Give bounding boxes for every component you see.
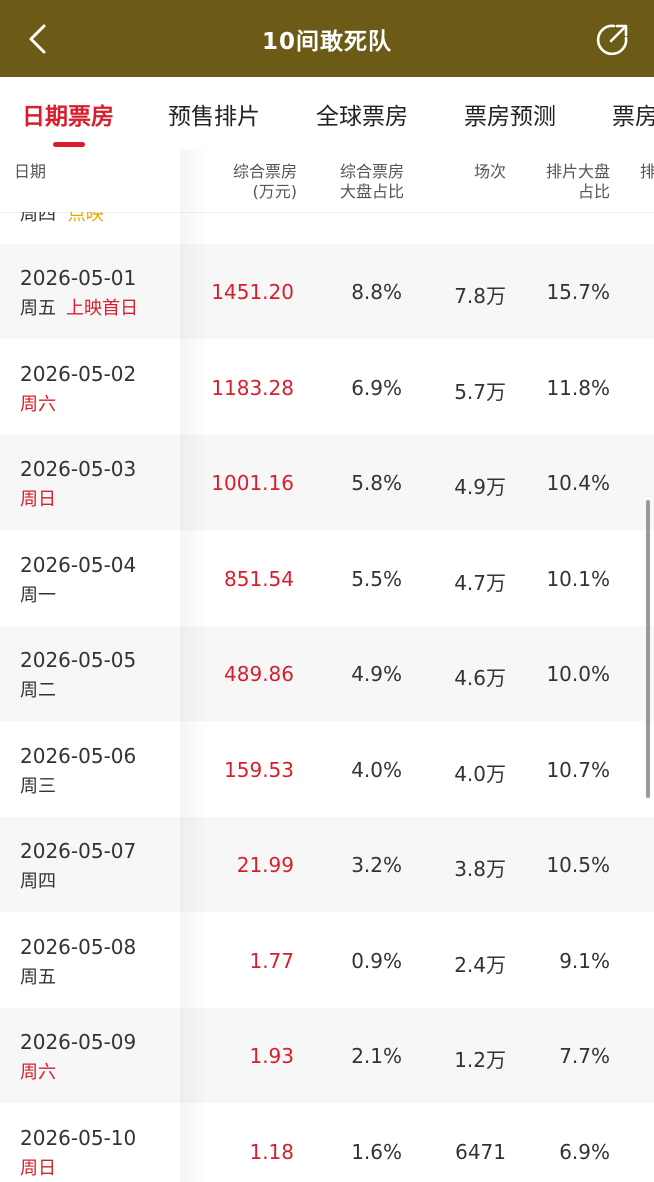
table-row[interactable]: 2026-05-03 周日 1001.16 5.8% 4.9万 10.4% bbox=[0, 435, 654, 530]
share-icon[interactable] bbox=[594, 22, 630, 58]
col-header-extra[interactable]: 排 bbox=[640, 162, 654, 182]
row-schedule-share: 15.7% bbox=[546, 280, 610, 304]
row-weekday: 周日 bbox=[20, 1157, 56, 1179]
row-share: 3.2% bbox=[351, 853, 402, 877]
row-shows: 5.7万 bbox=[454, 379, 506, 404]
tab-daily-box-office[interactable]: 日期票房 bbox=[22, 97, 114, 131]
row-shows: 1.2万 bbox=[454, 1048, 506, 1072]
row-share: 5.8% bbox=[351, 471, 402, 495]
row-schedule-share: 10.4% bbox=[546, 471, 610, 495]
row-share: 1.6% bbox=[351, 1139, 402, 1164]
table-row[interactable]: 2026-05-09 周六 1.93 2.1% 1.2万 7.7% bbox=[0, 1008, 654, 1103]
row-weekday: 周二 bbox=[20, 680, 56, 701]
col-header-shows[interactable]: 场次 bbox=[440, 162, 506, 182]
partial-row-label: 周四 点映 bbox=[20, 212, 104, 225]
row-schedule-share: 9.1% bbox=[559, 948, 610, 973]
tab-global-box-office[interactable]: 全球票房 bbox=[316, 97, 408, 131]
row-date: 2026-05-08 bbox=[20, 934, 137, 959]
row-shows: 3.8万 bbox=[454, 857, 506, 881]
row-shows: 4.7万 bbox=[454, 570, 506, 595]
tab-box-office-more[interactable]: 票房 bbox=[612, 97, 654, 131]
table-row[interactable]: 2026-05-06 周三 159.53 4.0% 4.0万 10.7% bbox=[0, 722, 654, 817]
table-row[interactable]: 2026-05-08 周五 1.77 0.9% 2.4万 9.1% bbox=[0, 913, 654, 1008]
row-share: 6.9% bbox=[351, 375, 402, 400]
row-date: 2026-05-06 bbox=[20, 743, 137, 768]
row-share: 2.1% bbox=[351, 1044, 402, 1068]
row-shows: 4.9万 bbox=[454, 475, 506, 499]
row-schedule-share: 10.5% bbox=[546, 853, 610, 877]
app-header: 10间敢死队 bbox=[0, 0, 654, 77]
row-date: 2026-05-04 bbox=[20, 552, 137, 577]
col-header-box-office[interactable]: 综合票房 (万元) bbox=[205, 162, 297, 202]
row-weekday: 周四 bbox=[20, 871, 56, 892]
row-schedule-share: 10.1% bbox=[546, 566, 610, 591]
table-row[interactable]: 2026-05-10 周日 1.18 1.6% 6471 6.9% bbox=[0, 1104, 654, 1182]
row-shows: 4.0万 bbox=[454, 761, 506, 786]
table-row[interactable]: 2026-05-02 周六 1183.28 6.9% 5.7万 11.8% bbox=[0, 340, 654, 435]
row-shows: 6471 bbox=[455, 1139, 506, 1164]
tab-bar: 日期票房 预售排片 全球票房 票房预测 票房 bbox=[0, 77, 654, 149]
row-share: 0.9% bbox=[351, 948, 402, 973]
row-date: 2026-05-02 bbox=[20, 361, 137, 386]
row-share: 4.9% bbox=[351, 662, 402, 686]
row-share: 4.0% bbox=[351, 757, 402, 782]
row-schedule-share: 11.8% bbox=[546, 375, 610, 400]
row-date: 2026-05-01 bbox=[20, 266, 137, 290]
table-row[interactable]: 2026-05-07 周四 21.99 3.2% 3.8万 10.5% bbox=[0, 817, 654, 912]
row-weekday: 周五 bbox=[20, 966, 56, 988]
table-row[interactable]: 2026-05-01 周五 上映首日 1451.20 8.8% 7.8万 15.7% bbox=[0, 244, 654, 339]
table-body: 周四 点映 2026-05-01 周五 上映首日 1451.20 8.8% 7.8万 15.… bbox=[0, 212, 654, 1182]
row-weekday: 周五 上映首日 bbox=[20, 298, 138, 319]
row-schedule-share: 6.9% bbox=[559, 1139, 610, 1164]
active-tab-indicator bbox=[53, 142, 85, 147]
row-date: 2026-05-09 bbox=[20, 1030, 137, 1054]
row-date: 2026-05-07 bbox=[20, 839, 137, 863]
scrollbar[interactable] bbox=[646, 500, 650, 798]
row-weekday: 周六 bbox=[20, 393, 56, 415]
row-weekday: 周六 bbox=[20, 1062, 56, 1083]
table-header: 日期 综合票房 (万元) 综合票房 大盘占比 场次 排片大盘 占比 排 bbox=[0, 149, 654, 213]
table-row[interactable]: 2026-05-05 周二 489.86 4.9% 4.6万 10.0% bbox=[0, 626, 654, 721]
row-shows: 4.6万 bbox=[454, 666, 506, 690]
frozen-column-shadow bbox=[180, 149, 210, 1182]
row-schedule-share: 10.0% bbox=[546, 662, 610, 686]
tab-presale-schedule[interactable]: 预售排片 bbox=[168, 97, 260, 131]
row-weekday: 周三 bbox=[20, 775, 56, 797]
row-weekday: 周一 bbox=[20, 584, 56, 606]
back-arrow-icon[interactable] bbox=[22, 22, 56, 56]
row-date: 2026-05-05 bbox=[20, 648, 137, 672]
tab-box-office-forecast[interactable]: 票房预测 bbox=[464, 97, 556, 131]
row-share: 5.5% bbox=[351, 566, 402, 591]
table-row-partial: 周四 点映 bbox=[0, 212, 654, 244]
page-title: 10间敢死队 bbox=[261, 28, 392, 55]
table-row[interactable]: 2026-05-04 周一 851.54 5.5% 4.7万 10.1% bbox=[0, 531, 654, 626]
row-schedule-share: 7.7% bbox=[559, 1044, 610, 1068]
row-shows: 2.4万 bbox=[454, 952, 506, 977]
row-schedule-share: 10.7% bbox=[546, 757, 610, 782]
row-date: 2026-05-10 bbox=[20, 1125, 137, 1150]
row-share: 8.8% bbox=[351, 280, 402, 304]
col-header-date[interactable]: 日期 bbox=[14, 162, 46, 182]
col-header-schedule-share[interactable]: 排片大盘 占比 bbox=[520, 162, 610, 202]
row-shows: 7.8万 bbox=[454, 284, 506, 308]
row-weekday: 周日 bbox=[20, 489, 56, 510]
col-header-share[interactable]: 综合票房 大盘占比 bbox=[314, 162, 404, 202]
row-date: 2026-05-03 bbox=[20, 457, 137, 481]
